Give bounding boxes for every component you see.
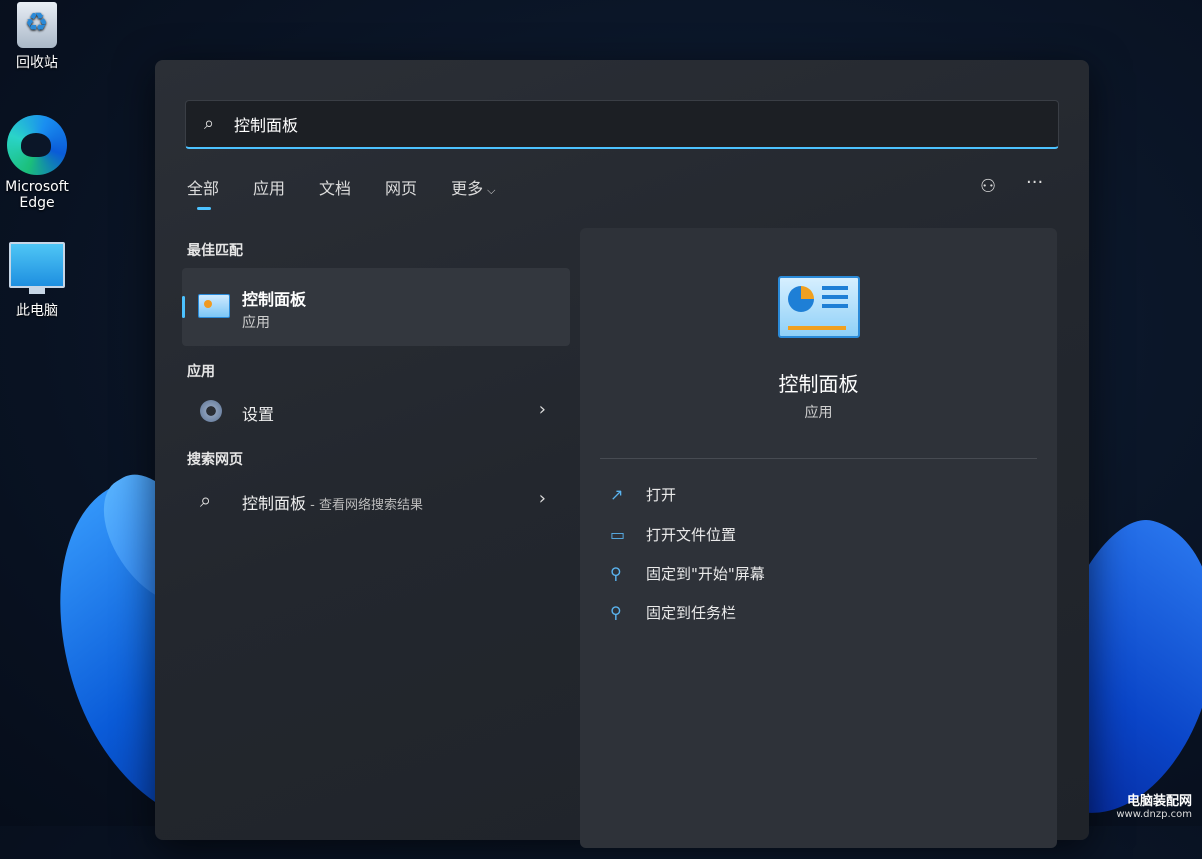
action-open[interactable]: ↗ 打开 <box>610 484 676 505</box>
desktop-icon-label: 此电脑 <box>16 303 58 319</box>
tab-more[interactable]: 更多 ⌵ <box>451 175 495 199</box>
search-icon: ⌕ <box>200 488 212 512</box>
action-label: 固定到"开始"屏幕 <box>646 565 765 583</box>
list-item-web-search[interactable]: ⌕ 控制面板 - 查看网络搜索结果 › <box>182 480 570 520</box>
best-match-name: 控制面板 <box>242 290 307 309</box>
action-pin-to-taskbar[interactable]: ⚲ 固定到任务栏 <box>610 602 736 623</box>
pin-icon: ⚲ <box>610 564 622 583</box>
web-item-suffix: - 查看网络搜索结果 <box>306 498 423 513</box>
desktop-icon-this-pc[interactable]: 此电脑 <box>0 242 77 320</box>
tab-apps[interactable]: 应用 <box>253 175 285 199</box>
share-person-icon[interactable]: ⚇ <box>980 176 996 197</box>
action-label: 打开文件位置 <box>646 526 737 544</box>
section-web: 搜索网页 <box>187 452 243 468</box>
action-open-file-location[interactable]: ▭ 打开文件位置 <box>610 524 736 545</box>
search-icon: ⌕ <box>204 113 215 134</box>
filter-tabs: 全部 应用 文档 网页 更多 ⌵ <box>187 175 529 210</box>
search-input[interactable] <box>232 110 1016 138</box>
search-box[interactable]: ⌕ <box>185 100 1059 149</box>
search-panel: ⌕ 全部 应用 文档 网页 更多⌵ ⚇ ··· 最佳匹配 控制面板 应用 应用 … <box>155 60 1089 848</box>
edge-browser-icon <box>7 115 67 175</box>
divider <box>600 458 1037 459</box>
best-match-type: 应用 <box>242 315 270 331</box>
section-apps: 应用 <box>187 364 215 380</box>
tab-documents[interactable]: 文档 <box>319 175 351 199</box>
action-label: 打开 <box>646 486 677 504</box>
detail-subtitle: 应用 <box>804 405 833 421</box>
recycle-bin-icon <box>17 2 57 48</box>
chevron-right-icon[interactable]: › <box>539 399 546 420</box>
more-options-button[interactable]: ··· <box>1026 172 1043 193</box>
base-bar-glyph <box>788 326 846 330</box>
control-panel-icon <box>198 294 230 318</box>
control-panel-icon <box>778 276 860 338</box>
tab-web[interactable]: 网页 <box>385 175 417 199</box>
list-item-label: 设置 <box>242 405 275 424</box>
detail-title: 控制面板 <box>778 372 859 396</box>
list-item-label: 控制面板 - 查看网络搜索结果 <box>242 490 423 514</box>
desktop-icon-label: Microsoft Edge <box>5 179 69 211</box>
chevron-down-icon: ⌵ <box>487 184 496 197</box>
desktop-icon-recycle-bin[interactable]: 回收站 <box>0 2 77 72</box>
tab-all[interactable]: 全部 <box>187 175 219 210</box>
watermark: 电脑装配网 www.dnzp.com <box>1116 790 1192 820</box>
detail-pane: 控制面板 应用 ↗ 打开 ▭ 打开文件位置 ⚲ 固定到"开始"屏幕 ⚲ 固定到任务栏 <box>580 228 1057 848</box>
selection-indicator <box>182 296 185 318</box>
open-external-icon: ↗ <box>610 485 624 504</box>
pin-icon: ⚲ <box>610 603 622 622</box>
folder-icon: ▭ <box>610 525 626 544</box>
tab-more-label: 更多 <box>451 179 484 198</box>
web-item-label: 控制面板 <box>242 494 307 513</box>
action-label: 固定到任务栏 <box>646 604 737 622</box>
desktop-icon-edge[interactable]: Microsoft Edge <box>0 115 77 211</box>
action-pin-to-start[interactable]: ⚲ 固定到"开始"屏幕 <box>610 563 765 584</box>
watermark-title: 电脑装配网 <box>1126 794 1192 809</box>
settings-gear-icon <box>200 400 222 422</box>
pie-chart-glyph <box>788 286 814 312</box>
best-match-item[interactable]: 控制面板 应用 <box>182 268 570 346</box>
desktop-icon-label: 回收站 <box>16 55 58 71</box>
monitor-icon <box>9 242 65 294</box>
watermark-url: www.dnzp.com <box>1116 809 1192 820</box>
bars-glyph <box>822 286 848 290</box>
section-best-match: 最佳匹配 <box>187 243 243 259</box>
chevron-right-icon[interactable]: › <box>539 488 546 509</box>
list-item-settings[interactable]: 设置 › <box>182 391 570 431</box>
